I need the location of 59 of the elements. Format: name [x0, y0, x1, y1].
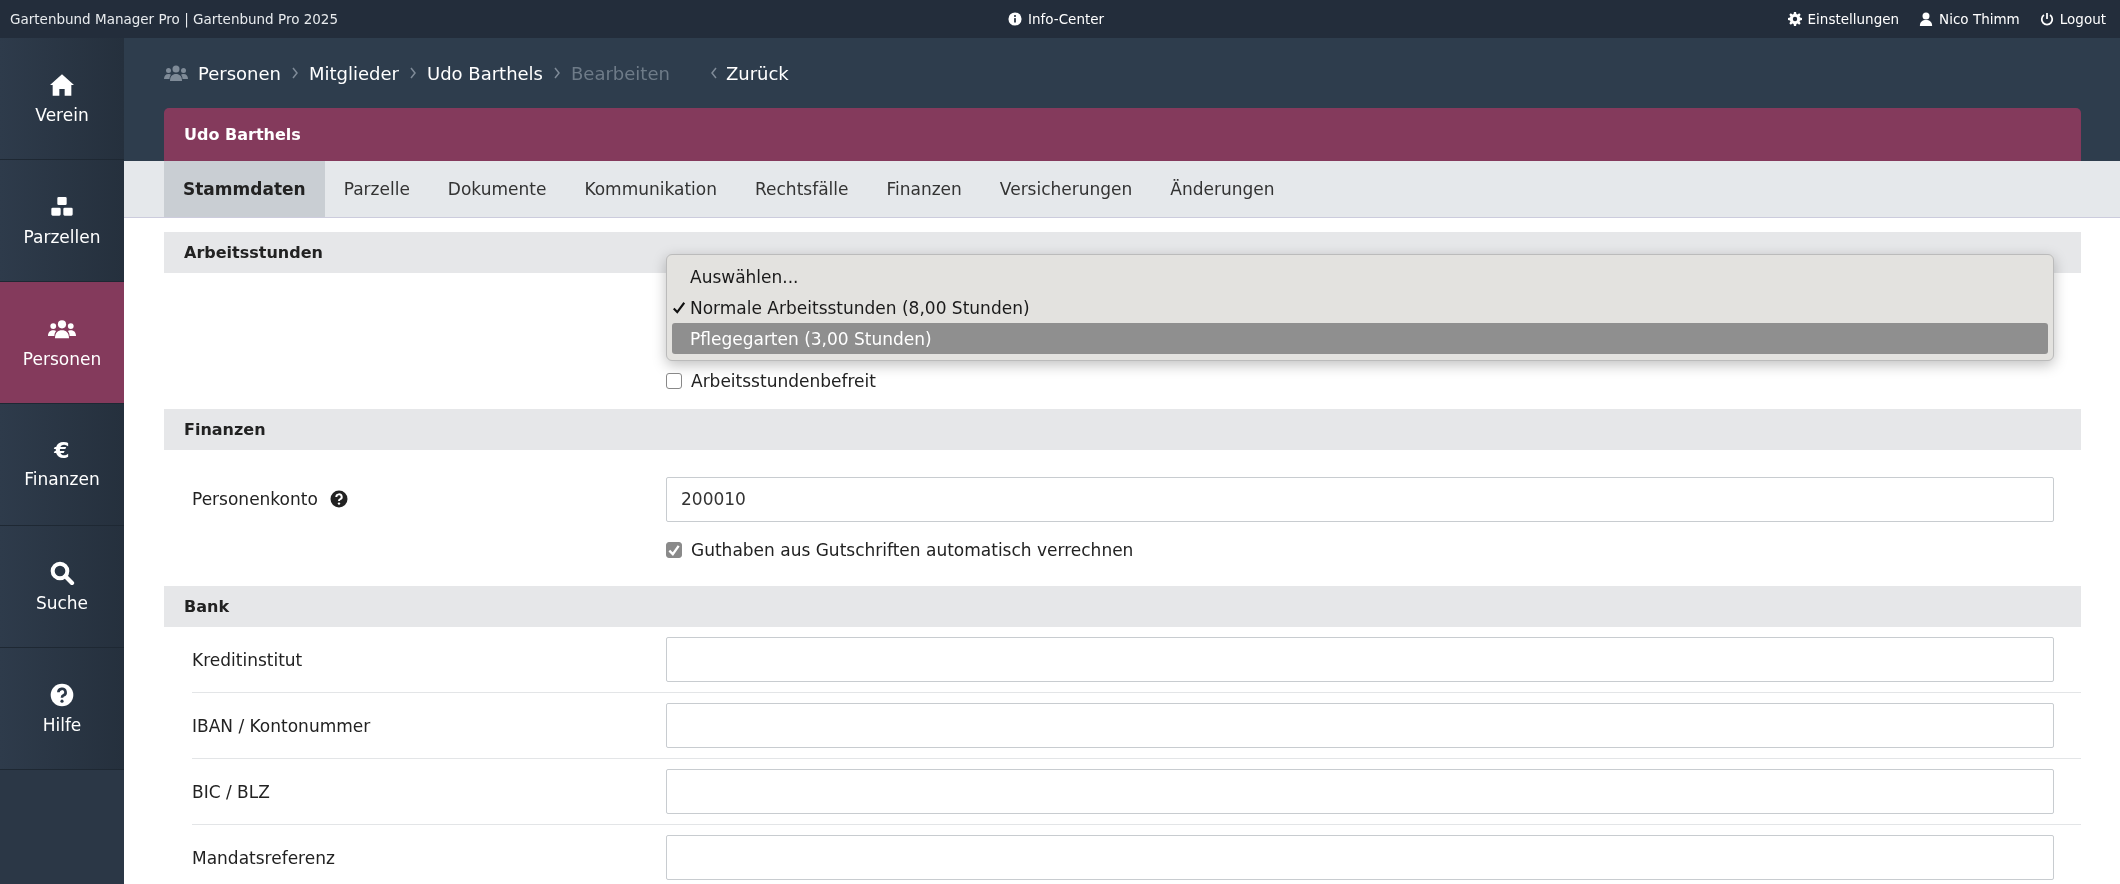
input-field[interactable]: 200010	[666, 476, 2054, 522]
tab[interactable]: Versicherungen	[980, 161, 1152, 217]
user-link[interactable]: Nico Thimm	[1919, 11, 2020, 27]
app-title: Gartenbund Manager Pro | Gartenbund Pro 2025	[10, 11, 339, 27]
breadcrumb-link[interactable]: Udo Barthels	[426, 62, 543, 84]
tab[interactable]: Rechtsfälle	[736, 161, 868, 217]
help-icon	[48, 682, 76, 707]
breadcrumb-link[interactable]: Mitglieder	[308, 62, 399, 84]
input-field[interactable]	[666, 769, 2054, 814]
tab[interactable]: Stammdaten	[164, 161, 325, 217]
sidebar-item[interactable]: Personen	[0, 282, 124, 404]
info-center-link[interactable]: Info-Center	[1008, 11, 1105, 27]
tab[interactable]: Parzelle	[324, 161, 429, 217]
checkbox-label: Arbeitsstundenbefreit	[691, 371, 876, 391]
checkbox[interactable]	[666, 373, 682, 389]
field-label: Mandatsreferenz	[192, 847, 335, 868]
chevron-left-icon	[709, 67, 718, 79]
info-icon	[1008, 12, 1022, 26]
checkbox[interactable]	[666, 542, 682, 558]
tab[interactable]: Kommunikation	[565, 161, 736, 217]
sidebar-item[interactable]: Suche	[0, 526, 124, 648]
field-label: BIC / BLZ	[192, 781, 270, 802]
chevron-right-icon	[290, 67, 299, 79]
dropdown-option[interactable]: Normale Arbeitsstunden (8,00 Stunden)	[672, 292, 2048, 323]
chevron-right-icon	[408, 67, 417, 79]
sidebar-item[interactable]: Hilfe	[0, 648, 124, 770]
input-field[interactable]	[666, 637, 2054, 682]
record-title: Udo Barthels	[184, 125, 301, 144]
checkbox-label: Guthaben aus Gutschriften automatisch verrechnen	[691, 540, 1134, 560]
users-icon	[164, 65, 188, 81]
sidebar-item[interactable]: Verein	[0, 38, 124, 160]
section-title: Finanzen	[184, 420, 266, 439]
back-link[interactable]: Zurück	[709, 62, 789, 84]
field-label: IBAN / Kontonummer	[192, 715, 371, 736]
field-label: Kreditinstitut	[192, 649, 303, 670]
chevron-right-icon	[553, 67, 561, 79]
power-icon	[2039, 12, 2054, 26]
current-page-label: Bearbeiten	[571, 62, 670, 84]
user-icon	[1919, 12, 1934, 26]
section-title: Arbeitsstunden	[184, 243, 323, 262]
tab[interactable]: Finanzen	[867, 161, 981, 217]
euro-icon: €	[54, 440, 70, 461]
dropdown-option[interactable]: Auswählen...	[672, 261, 2048, 292]
breadcrumb-link[interactable]: Personen	[198, 62, 281, 84]
cubes-icon	[48, 194, 76, 219]
field-label: Personenkonto	[192, 489, 318, 509]
tab[interactable]: Dokumente	[428, 161, 566, 217]
help-icon[interactable]	[329, 490, 348, 508]
search-icon	[48, 560, 76, 585]
tab[interactable]: Änderungen	[1151, 161, 1294, 217]
sidebar-item[interactable]: Parzellen	[0, 160, 124, 282]
settings-link[interactable]: Einstellungen	[1787, 11, 1900, 27]
sidebar-item[interactable]: € Finanzen	[0, 404, 124, 526]
section-title: Bank	[184, 597, 230, 616]
input-field[interactable]	[666, 703, 2054, 748]
input-field[interactable]	[666, 835, 2054, 880]
logout-link[interactable]: Logout	[2039, 11, 2106, 27]
settings-icon	[1787, 12, 1802, 26]
home-icon	[48, 72, 76, 97]
